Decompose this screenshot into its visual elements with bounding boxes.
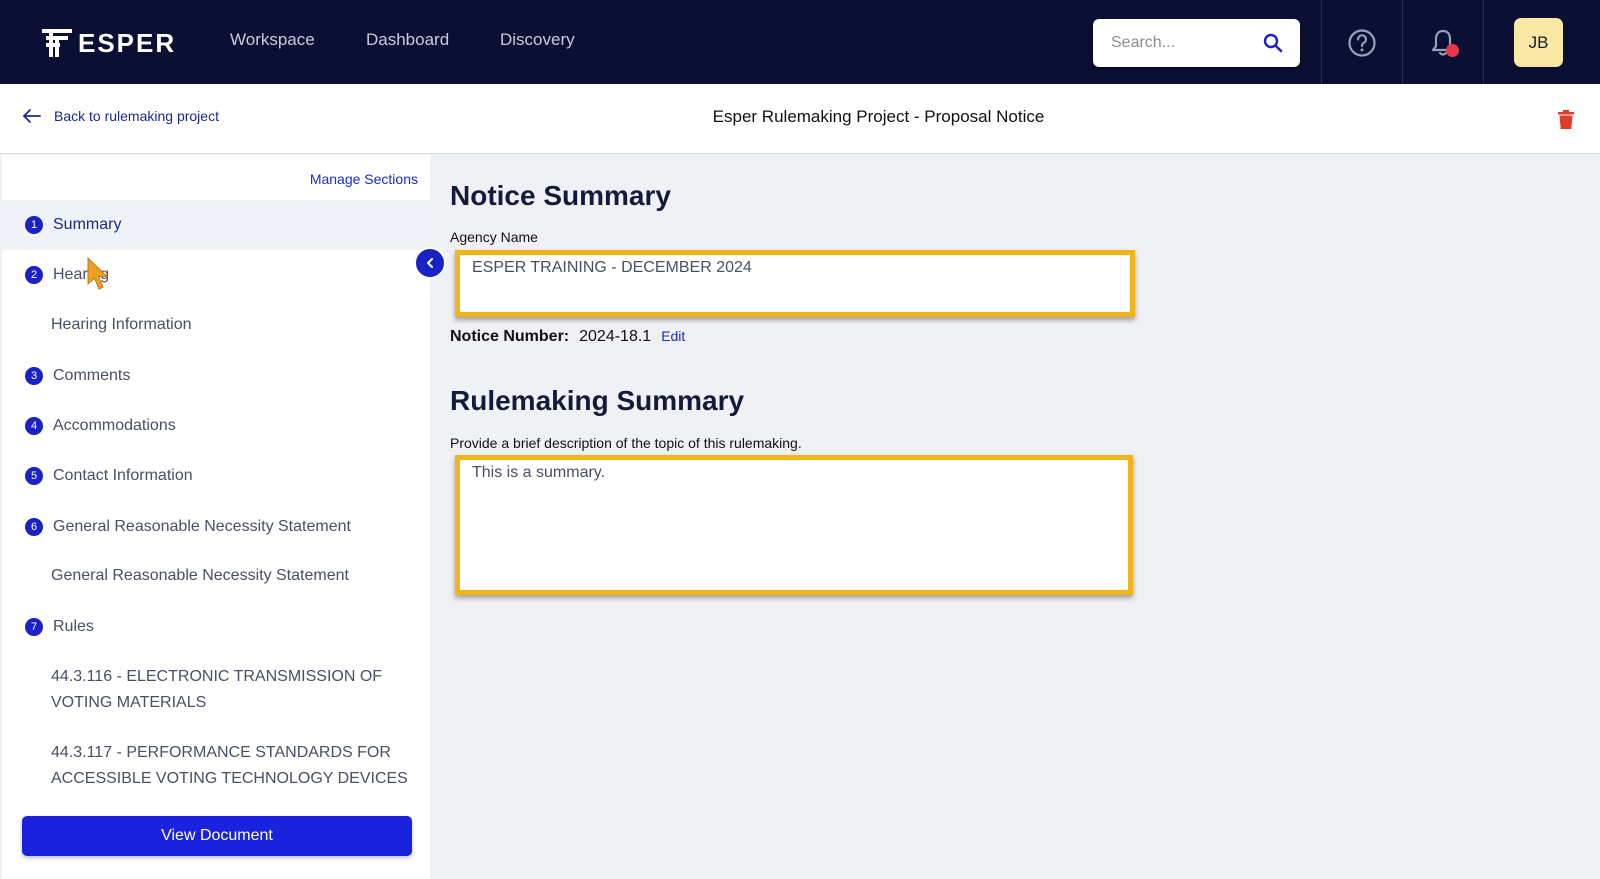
chevron-left-icon [427,258,433,268]
esper-logo-icon [42,29,72,57]
section-number-badge: 1 [25,216,43,234]
nav-dashboard[interactable]: Dashboard [366,30,449,50]
section-number-badge: 2 [25,266,43,284]
scroll-fade [2,783,430,805]
collapse-sidebar-button[interactable] [414,247,446,279]
notice-number-label: Notice Number: [450,328,570,345]
rulemaking-summary-description: Provide a brief description of the topic… [450,435,802,451]
nav-discovery[interactable]: Discovery [500,30,575,50]
section-number-badge: 6 [25,518,43,536]
notice-summary-heading: Notice Summary [450,180,671,211]
page-title: Esper Rulemaking Project - Proposal Noti… [712,107,1045,126]
manage-sections-link[interactable]: Manage Sections [310,171,418,187]
sidebar-item-label: Contact Information [53,467,193,484]
mouse-cursor-icon [87,256,109,290]
section-number-badge: 3 [25,367,43,385]
sidebar-item-hearing[interactable]: 2 Hearing [2,250,430,300]
trash-icon[interactable] [1558,110,1574,129]
section-number-badge: 5 [25,467,43,485]
page-header: Back to rulemaking project Esper Rulemak… [0,84,1600,154]
sidebar-item-comments[interactable]: 3 Comments [2,351,430,401]
nav-divider [1483,0,1484,84]
section-number-badge: 4 [25,417,43,435]
nav-workspace[interactable]: Workspace [230,30,315,50]
search-input[interactable] [1111,31,1251,55]
sidebar-item-label: Rules [53,618,94,635]
sidebar-subitem-rule-44-3-116[interactable]: 44.3.116 - ELECTRONIC TRANSMISSION OF VO… [51,664,411,716]
notification-dot [1446,44,1459,57]
section-sidebar: Manage Sections 1 Summary 2 Hearing Hear… [2,155,430,879]
sidebar-item-label: Accommodations [53,417,176,434]
sidebar-item-summary[interactable]: 1 Summary [2,200,430,250]
sidebar-item-label: Comments [53,367,131,384]
sidebar-item-accommodations[interactable]: 4 Accommodations [2,401,430,451]
rulemaking-summary-textarea[interactable]: This is a summary. [455,455,1133,595]
sidebar-item-contact-information[interactable]: 5 Contact Information [2,451,430,501]
edit-notice-number-link[interactable]: Edit [661,328,685,344]
view-document-button[interactable]: View Document [22,816,412,856]
nav-divider [1402,0,1403,84]
section-number-badge: 7 [25,618,43,636]
sidebar-item-label: Summary [53,216,122,233]
sidebar-item-rules[interactable]: 7 Rules [2,602,430,652]
rulemaking-summary-heading: Rulemaking Summary [450,385,745,416]
sidebar-item-label: General Reasonable Necessity Statement [53,518,351,535]
search-box [1093,19,1300,67]
agency-name-field[interactable]: ESPER TRAINING - DECEMBER 2024 [455,250,1135,317]
top-navbar: ESPER Workspace Dashboard Discovery JB [0,0,1600,84]
help-icon[interactable] [1347,28,1377,58]
sidebar-item-general-reasonable-necessity[interactable]: 6 General Reasonable Necessity Statement [2,502,430,552]
search-icon[interactable] [1261,31,1285,55]
user-avatar[interactable]: JB [1514,18,1563,67]
sidebar-subitem-hearing-information[interactable]: Hearing Information [51,312,411,338]
esper-logo[interactable]: ESPER [40,26,176,60]
nav-divider [1321,0,1322,84]
notice-number-value: 2024-18.1 [579,328,652,345]
agency-name-label: Agency Name [450,229,538,245]
agency-name-value: ESPER TRAINING - DECEMBER 2024 [472,259,752,276]
rulemaking-summary-value: This is a summary. [472,464,606,481]
notice-number-row: Notice Number: 2024-18.1 Edit [450,328,685,346]
sidebar-subitem-general-reasonable-necessity[interactable]: General Reasonable Necessity Statement [51,563,411,589]
logo-text: ESPER [78,27,177,58]
